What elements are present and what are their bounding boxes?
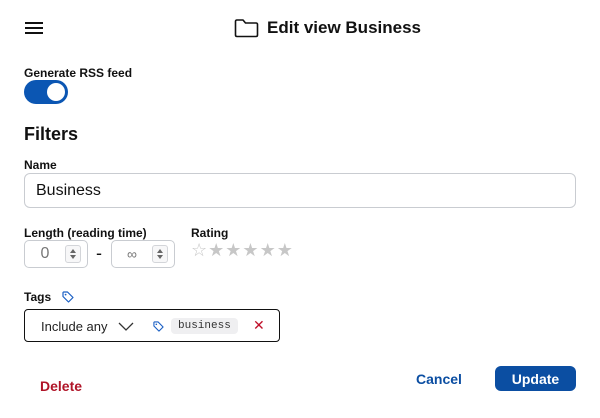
stepper-up-icon — [70, 249, 76, 253]
page-heading: Edit view Business — [234, 16, 421, 40]
star-icon[interactable]: ★ — [242, 242, 258, 260]
rating-stars: ☆ ★ ★ ★ ★ ★ — [191, 242, 293, 260]
star-icon[interactable]: ☆ — [191, 242, 207, 260]
rating-label: Rating — [191, 226, 229, 240]
cancel-button[interactable]: Cancel — [416, 371, 462, 387]
delete-button[interactable]: Delete — [40, 378, 82, 394]
length-min-value: 0 — [40, 245, 50, 262]
stepper-down-icon — [157, 255, 163, 259]
update-button[interactable]: Update — [495, 366, 576, 391]
length-min-stepper[interactable] — [65, 245, 81, 263]
tag-icon — [153, 321, 164, 332]
star-icon[interactable]: ★ — [277, 242, 293, 260]
star-icon[interactable]: ★ — [208, 242, 224, 260]
remove-tag-icon[interactable]: ✕ — [253, 317, 265, 335]
hamburger-menu-icon — [25, 22, 43, 34]
chevron-down-icon — [118, 322, 134, 331]
name-label: Name — [24, 158, 57, 172]
star-icon[interactable]: ★ — [225, 242, 241, 260]
tag-icon — [62, 291, 74, 303]
stepper-up-icon — [157, 249, 163, 253]
length-min-input[interactable]: 0 — [24, 240, 88, 268]
tags-filter: Include any business ✕ — [24, 309, 280, 342]
length-max-value: ∞ — [127, 246, 137, 262]
name-input[interactable] — [24, 173, 576, 208]
filters-title: Filters — [24, 124, 79, 144]
tag-mode-select[interactable]: Include any — [41, 319, 134, 334]
rss-label: Generate RSS feed — [24, 66, 133, 80]
tag-mode-value: Include any — [41, 319, 108, 334]
length-max-input[interactable]: ∞ — [111, 240, 175, 268]
folder-icon — [234, 18, 259, 38]
tags-label: Tags — [24, 290, 52, 304]
stepper-down-icon — [70, 255, 76, 259]
header: Edit view Business — [0, 0, 600, 56]
toggle-knob — [47, 83, 65, 101]
menu-button[interactable] — [24, 18, 48, 38]
tag-chip: business — [171, 318, 238, 334]
length-max-stepper[interactable] — [152, 245, 168, 263]
page-title: Edit view Business — [267, 18, 421, 37]
rss-toggle[interactable] — [24, 80, 68, 104]
range-separator: - — [96, 243, 102, 263]
length-label: Length (reading time) — [24, 226, 147, 240]
star-icon[interactable]: ★ — [260, 242, 276, 260]
